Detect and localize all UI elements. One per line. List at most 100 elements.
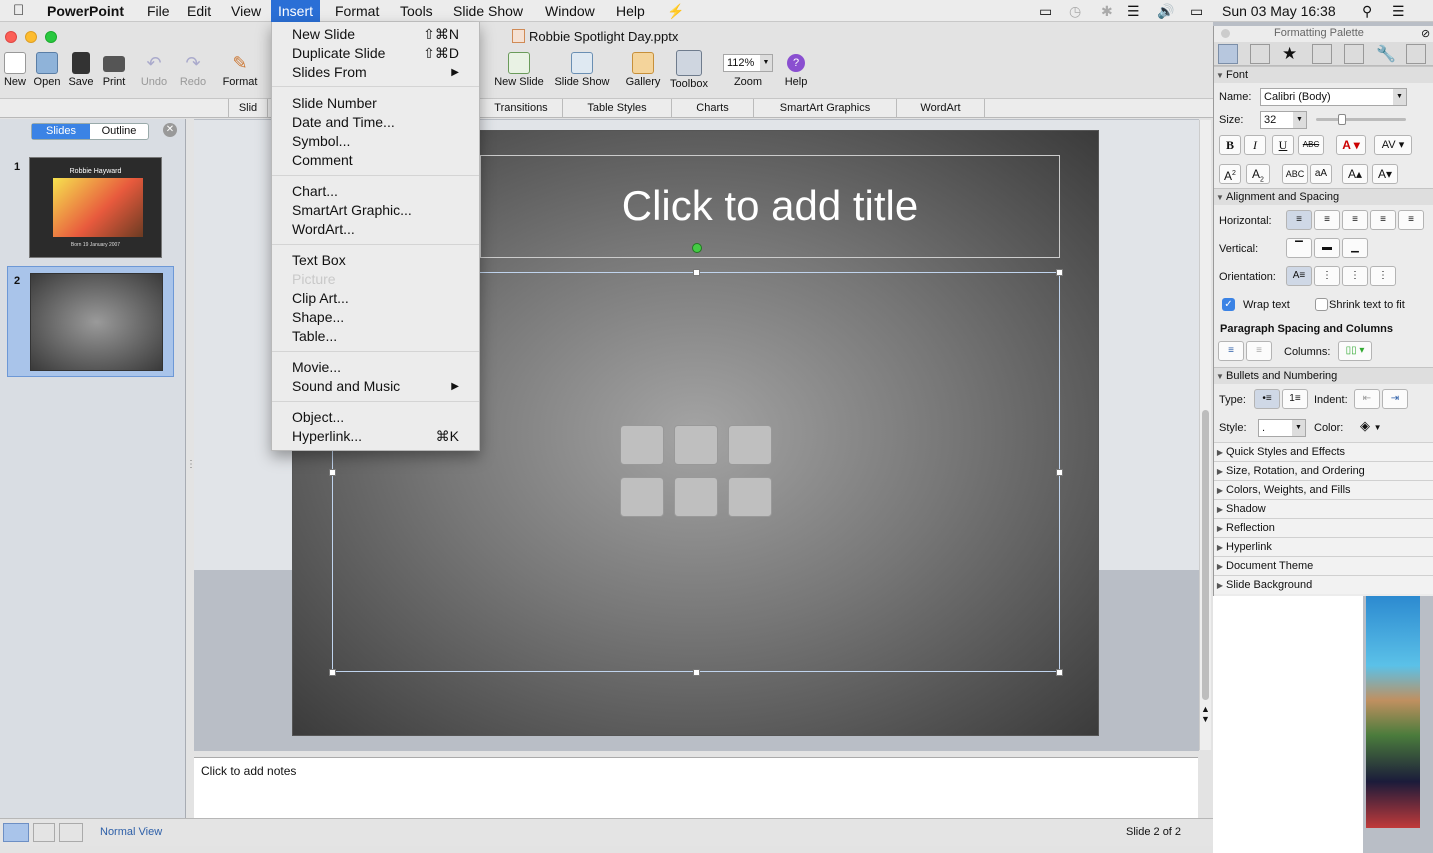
- save-button[interactable]: Save: [66, 52, 96, 88]
- resize-handle-top[interactable]: [693, 269, 700, 276]
- prev-next-slide-icon[interactable]: ▲ ▼: [1201, 704, 1210, 724]
- menu-slide-show[interactable]: Slide Show: [446, 0, 530, 22]
- tab-table-styles[interactable]: Table Styles: [563, 99, 672, 118]
- time-machine-icon[interactable]: ◷: [1062, 0, 1088, 22]
- bluetooth-icon[interactable]: ✱: [1094, 0, 1120, 22]
- insert-table-icon[interactable]: [620, 425, 664, 465]
- slide-thumbnail-1[interactable]: Robbie Hayward Born 19 January 2007: [29, 157, 162, 258]
- menu-item-new-slide[interactable]: New Slide ⇧⌘N: [292, 25, 469, 44]
- resize-handle-left[interactable]: [329, 469, 336, 476]
- colors-weights-section[interactable]: ▶ Colors, Weights, and Fills: [1214, 480, 1433, 499]
- menu-item-table[interactable]: Table...: [292, 327, 469, 346]
- insert-smartart-icon[interactable]: [728, 425, 772, 465]
- menu-item-hyperlink[interactable]: Hyperlink... ⌘K: [292, 427, 469, 446]
- palette-collapse-icon[interactable]: ⊘: [1421, 27, 1430, 40]
- slide-show-button[interactable]: Slide Show: [551, 52, 613, 88]
- bullets-section-header[interactable]: ▼ Bullets and Numbering: [1214, 367, 1433, 384]
- font-size-slider[interactable]: [1316, 114, 1406, 125]
- insert-clip-art-icon[interactable]: [674, 477, 718, 517]
- menu-item-clip-art[interactable]: Clip Art...: [292, 289, 469, 308]
- font-name-field[interactable]: Calibri (Body) ▼: [1260, 88, 1407, 106]
- tab-slides[interactable]: Slides: [32, 124, 90, 139]
- size-rotation-section[interactable]: ▶ Size, Rotation, and Ordering: [1214, 461, 1433, 480]
- menu-item-wordart[interactable]: WordArt...: [292, 220, 469, 239]
- scrapbook-icon[interactable]: [1312, 44, 1332, 64]
- menu-view[interactable]: View: [224, 0, 268, 22]
- reference-tools-icon[interactable]: [1344, 44, 1364, 64]
- small-caps-button[interactable]: ABC: [1282, 164, 1308, 184]
- shadow-section[interactable]: ▶ Shadow: [1214, 499, 1433, 518]
- custom-animation-icon[interactable]: ★: [1282, 44, 1297, 64]
- undo-button[interactable]: ↶ Undo: [137, 52, 171, 88]
- airplay-icon[interactable]: ▭: [1032, 0, 1059, 22]
- menu-item-symbol[interactable]: Symbol...: [292, 132, 469, 151]
- new-button[interactable]: New: [2, 52, 28, 88]
- subscript-button[interactable]: A2: [1246, 164, 1270, 184]
- script-icon[interactable]: ⚡: [660, 0, 691, 22]
- tab-wordart[interactable]: WordArt: [897, 99, 985, 118]
- font-size-field[interactable]: 32 ▼: [1260, 111, 1307, 129]
- wrap-text-checkbox[interactable]: ✓: [1222, 298, 1235, 311]
- spotlight-icon[interactable]: ⚲: [1355, 0, 1379, 22]
- slide-show-view-icon[interactable]: [59, 823, 83, 842]
- change-case-button[interactable]: aA: [1310, 164, 1332, 184]
- bullet-color-icon[interactable]: ◈ ▼: [1360, 418, 1382, 434]
- toolbox-button[interactable]: Toolbox: [666, 50, 712, 90]
- resize-handle-top-right[interactable]: [1056, 269, 1063, 276]
- new-slide-button[interactable]: New Slide: [490, 52, 548, 88]
- increase-indent-button[interactable]: ⇥: [1382, 389, 1408, 409]
- align-bottom-button[interactable]: ▁: [1342, 238, 1368, 258]
- tab-smartart-graphics[interactable]: SmartArt Graphics: [754, 99, 897, 118]
- scroll-thumb[interactable]: [1202, 410, 1209, 700]
- zoom-control[interactable]: 112% ▼ Zoom: [722, 52, 774, 88]
- hyperlink-section[interactable]: ▶ Hyperlink: [1214, 537, 1433, 556]
- print-button[interactable]: Print: [100, 52, 128, 88]
- menu-format[interactable]: Format: [328, 0, 386, 22]
- align-top-button[interactable]: ▔: [1286, 238, 1312, 258]
- font-name-dropdown-icon[interactable]: ▼: [1393, 89, 1406, 105]
- zoom-field[interactable]: 112% ▼: [723, 54, 773, 72]
- title-placeholder[interactable]: Click to add title: [480, 155, 1060, 258]
- menu-item-slides-from[interactable]: Slides From ▶: [292, 63, 469, 82]
- slide-background-section[interactable]: ▶ Slide Background: [1214, 575, 1433, 594]
- alignment-section-header[interactable]: ▼ Alignment and Spacing: [1214, 188, 1433, 205]
- distribute-button[interactable]: ≡: [1398, 210, 1424, 230]
- font-size-dropdown-icon[interactable]: ▼: [1293, 112, 1306, 128]
- tab-slide-themes[interactable]: Slid: [228, 99, 268, 118]
- project-palette-icon[interactable]: [1406, 44, 1426, 64]
- menu-item-picture-disabled[interactable]: Picture: [292, 270, 469, 289]
- bullet-style-dropdown-icon[interactable]: ▼: [1292, 420, 1305, 436]
- slide-thumbnail-2[interactable]: [30, 273, 163, 371]
- quick-styles-section[interactable]: ▶ Quick Styles and Effects: [1214, 442, 1433, 461]
- menu-item-smartart[interactable]: SmartArt Graphic...: [292, 201, 469, 220]
- minimize-window-icon[interactable]: [25, 31, 37, 43]
- normal-view-icon[interactable]: [3, 823, 29, 842]
- strikethrough-button[interactable]: ABC: [1298, 135, 1324, 155]
- notes-pane[interactable]: Click to add notes: [194, 757, 1198, 819]
- menu-edit[interactable]: Edit: [180, 0, 218, 22]
- bold-button[interactable]: B: [1219, 135, 1241, 155]
- gallery-button[interactable]: Gallery: [622, 52, 664, 88]
- character-spacing-button[interactable]: AV ▾: [1374, 135, 1412, 155]
- menu-item-shape[interactable]: Shape...: [292, 308, 469, 327]
- resize-handle-bottom-left[interactable]: [329, 669, 336, 676]
- italic-button[interactable]: I: [1244, 135, 1266, 155]
- menu-item-slide-number[interactable]: Slide Number: [292, 94, 469, 113]
- slide-row-2-selected[interactable]: 2: [7, 266, 174, 377]
- compatibility-report-icon[interactable]: 🔧: [1376, 44, 1396, 64]
- insert-movie-icon[interactable]: [728, 477, 772, 517]
- resize-handle-right[interactable]: [1056, 469, 1063, 476]
- object-palette-icon[interactable]: [1250, 44, 1270, 64]
- tab-charts[interactable]: Charts: [672, 99, 754, 118]
- close-panel-icon[interactable]: ✕: [163, 123, 177, 137]
- font-color-button[interactable]: A ▾: [1336, 135, 1366, 155]
- menu-file[interactable]: File: [140, 0, 177, 22]
- palette-close-icon[interactable]: [1221, 29, 1230, 38]
- menu-tools[interactable]: Tools: [393, 0, 440, 22]
- shrink-font-button[interactable]: A▾: [1372, 164, 1398, 184]
- decrease-indent-button[interactable]: ⇤: [1354, 389, 1380, 409]
- rotate-text-up-button[interactable]: ⋮: [1342, 266, 1368, 286]
- align-center-button[interactable]: ≡: [1314, 210, 1340, 230]
- zoom-dropdown-icon[interactable]: ▼: [760, 55, 772, 71]
- shrink-text-checkbox[interactable]: [1315, 298, 1328, 311]
